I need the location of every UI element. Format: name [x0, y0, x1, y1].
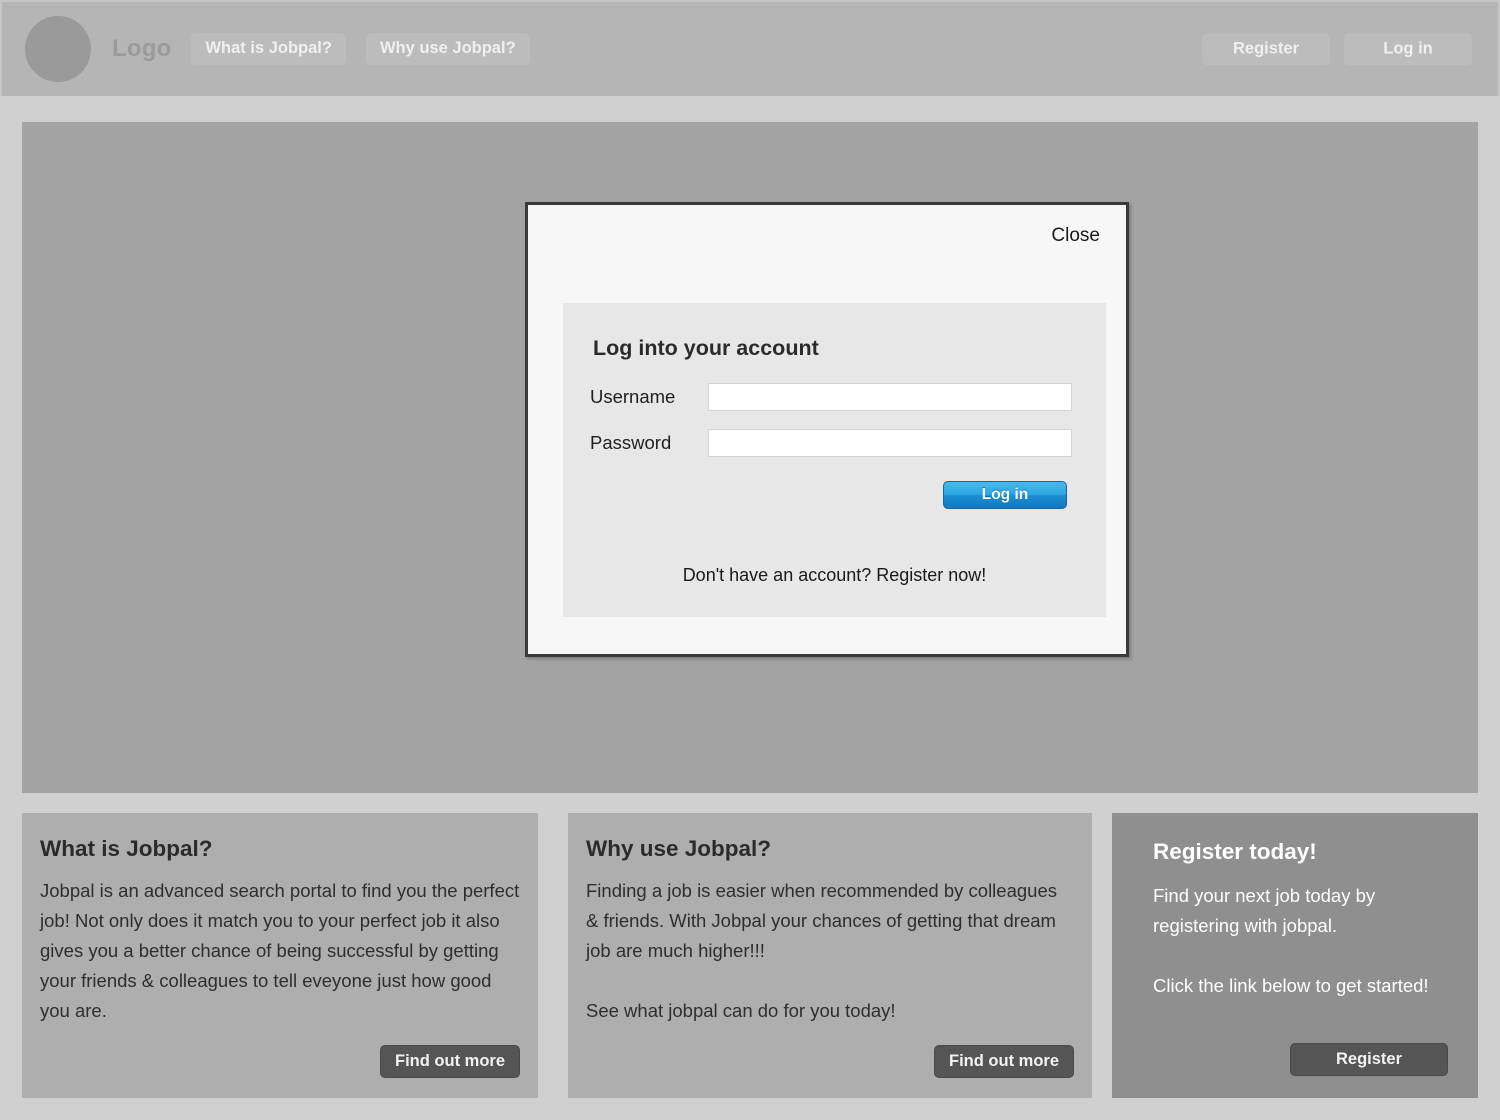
modal-close-link[interactable]: Close [1051, 225, 1100, 247]
login-form-title: Log into your account [593, 336, 819, 360]
logo-circle-icon [25, 16, 91, 82]
password-field-row: Password [590, 429, 1072, 457]
username-input[interactable] [708, 383, 1072, 411]
password-label: Password [590, 432, 672, 453]
card-what-is-jobpal: What is Jobpal? Jobpal is an advanced se… [22, 813, 538, 1098]
password-input[interactable] [708, 429, 1072, 457]
card-body: Jobpal is an advanced search portal to f… [40, 880, 520, 1021]
header-account-actions: Register Log in [1188, 33, 1472, 65]
card-register-today: Register today! Find your next job today… [1112, 813, 1478, 1098]
login-form-panel: Log into your account Username Password … [563, 303, 1106, 617]
card-body: Find your next job today by registering … [1153, 885, 1429, 996]
card-title: Why use Jobpal? [586, 836, 772, 861]
logo-text: Logo [112, 35, 172, 62]
site-header: Logo What is Jobpal? Why use Jobpal? Reg… [0, 0, 1500, 96]
login-submit-button[interactable]: Log in [943, 481, 1067, 509]
card-title: Register today! [1153, 839, 1317, 864]
card-find-out-more-button[interactable]: Find out more [380, 1044, 520, 1078]
register-now-link[interactable]: Don't have an account? Register now! [563, 565, 1106, 586]
nav-what-is-jobpal[interactable]: What is Jobpal? [191, 33, 346, 65]
card-body: Finding a job is easier when recommended… [586, 880, 1057, 1021]
username-field-row: Username [590, 383, 1072, 411]
login-modal: Close Log into your account Username Pas… [525, 202, 1129, 657]
nav-why-use-jobpal[interactable]: Why use Jobpal? [365, 33, 530, 65]
card-register-button[interactable]: Register [1290, 1042, 1448, 1076]
info-card-row: What is Jobpal? Jobpal is an advanced se… [22, 813, 1478, 1098]
card-find-out-more-button[interactable]: Find out more [934, 1044, 1074, 1078]
card-title: What is Jobpal? [40, 836, 213, 861]
username-label: Username [590, 386, 676, 407]
nav-register-button[interactable]: Register [1202, 33, 1330, 65]
nav-login-button[interactable]: Log in [1344, 33, 1472, 65]
card-why-use-jobpal: Why use Jobpal? Finding a job is easier … [568, 813, 1092, 1098]
